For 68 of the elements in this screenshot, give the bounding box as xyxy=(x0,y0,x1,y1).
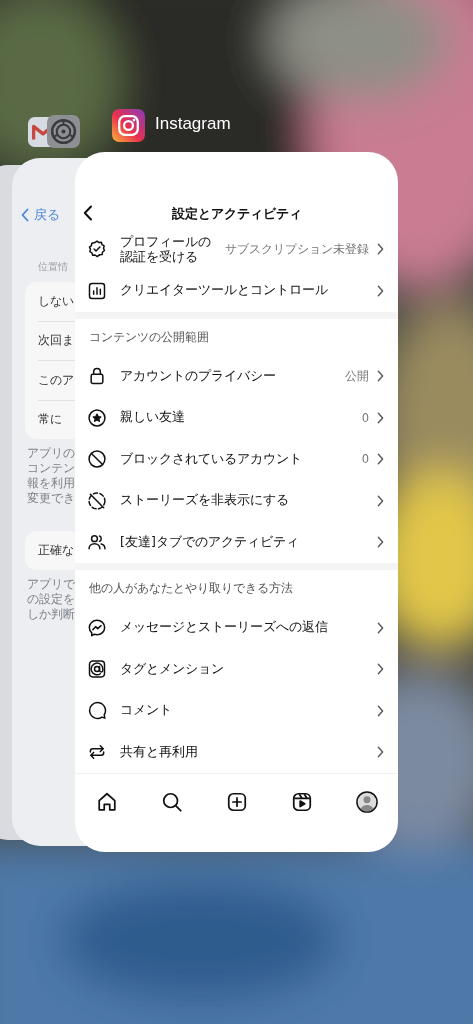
row-value: サブスクリプション未登録 xyxy=(225,241,369,257)
settings-row[interactable]: プロフィールの 認証を受ける サブスクリプション未登録 xyxy=(75,228,398,270)
app-name: Instagram xyxy=(155,114,231,134)
messenger-icon xyxy=(87,617,107,638)
option-label: 常に xyxy=(38,411,62,429)
section-header: 他の人があなたとやり取りできる方法 xyxy=(88,580,294,597)
chevron-right-icon xyxy=(377,494,384,507)
at-sign-icon xyxy=(87,659,107,680)
settings-row[interactable]: メッセージとストーリーズへの返信 xyxy=(75,607,398,649)
chevron-right-icon xyxy=(377,663,384,676)
row-label: タグとメンション xyxy=(120,660,225,678)
chevron-right-icon xyxy=(377,284,384,297)
row-value: 公開 xyxy=(345,368,369,384)
chevron-right-icon xyxy=(377,621,384,634)
back-icon[interactable] xyxy=(83,205,93,221)
row-label: ブロックされているアカウント xyxy=(120,450,303,468)
section-header: 位置情 xyxy=(38,260,68,274)
footnote-text: アプリの コンテン 報を利用 変更でき xyxy=(27,446,75,506)
video-reel-icon[interactable] xyxy=(291,791,313,813)
option-label: しない xyxy=(38,292,74,310)
row-label: 親しい友達 xyxy=(120,409,186,427)
add-icon[interactable] xyxy=(226,791,248,813)
option-label: このア xyxy=(38,371,74,389)
gear-app-icon xyxy=(47,115,80,148)
home-icon[interactable] xyxy=(96,791,118,813)
option-label: 次回ま xyxy=(38,332,74,350)
badge-check-icon xyxy=(87,239,107,259)
chevron-right-icon xyxy=(377,411,384,424)
app-card[interactable]: 設定とアクティビティ プロフィールの 認証を受ける サブスクリプション未登録 クリエイターツールとコントロール コンテンツの公開範囲 アカウントのプライバシー 公開 親しい友達 0 ブロックされているアカウント 0 ストーリーズを非表示にする [友達]タブでのアクティビティ 他の人があなたとやり取りできる方法 メッセージとストーリーズへの返信 タグとメンション コメント 共有と再利用 xyxy=(75,152,398,852)
chevron-right-icon xyxy=(377,243,384,255)
row-label: コメント xyxy=(120,702,173,720)
row-label: [友達]タブでのアクティビティ xyxy=(120,533,300,551)
chevron-right-icon xyxy=(377,746,384,759)
settings-row[interactable]: コメント xyxy=(75,690,398,732)
row-label: 共有と再利用 xyxy=(120,743,199,761)
settings-row[interactable]: クリエイターツールとコントロール xyxy=(75,270,398,312)
option-label: 正確な xyxy=(38,541,74,559)
chevron-right-icon xyxy=(377,536,384,549)
row-label: メッセージとストーリーズへの返信 xyxy=(120,619,329,637)
section-header: コンテンツの公開範囲 xyxy=(88,328,210,346)
settings-row[interactable]: ブロックされているアカウント 0 xyxy=(75,438,398,480)
settings-row[interactable]: タグとメンション xyxy=(75,648,398,690)
dashed-circle-icon xyxy=(87,490,107,511)
row-label: ストーリーズを非表示にする xyxy=(120,492,290,510)
row-label: アカウントのプライバシー xyxy=(120,367,277,385)
footnote-text: アプリで の設定を しか判断 xyxy=(27,576,75,622)
page-title: 設定とアクティビティ xyxy=(171,205,302,223)
camera-app-icon xyxy=(112,109,145,142)
row-label: プロフィールの 認証を受ける xyxy=(120,234,212,264)
chevron-right-icon xyxy=(377,704,384,717)
row-value: 0 xyxy=(361,410,369,425)
row-label: クリエイターツールとコントロール xyxy=(120,282,329,300)
row-value: 0 xyxy=(361,452,369,467)
chevron-right-icon xyxy=(377,453,384,466)
star-circle-icon xyxy=(87,407,107,428)
lock-icon xyxy=(87,366,107,387)
search-icon[interactable] xyxy=(161,791,183,813)
settings-row[interactable]: [友達]タブでのアクティビティ xyxy=(75,521,398,563)
avatar-icon[interactable] xyxy=(356,791,378,813)
chevron-right-icon xyxy=(377,370,384,383)
settings-row[interactable]: 親しい友達 0 xyxy=(75,397,398,439)
settings-row[interactable]: アカウントのプライバシー 公開 xyxy=(75,355,398,397)
back-icon xyxy=(21,208,29,222)
settings-row[interactable]: 共有と再利用 xyxy=(75,731,398,773)
block-icon xyxy=(87,449,107,470)
bar-chart-icon xyxy=(87,280,107,301)
speech-bubble-icon xyxy=(87,700,107,721)
settings-row[interactable]: ストーリーズを非表示にする xyxy=(75,480,398,522)
